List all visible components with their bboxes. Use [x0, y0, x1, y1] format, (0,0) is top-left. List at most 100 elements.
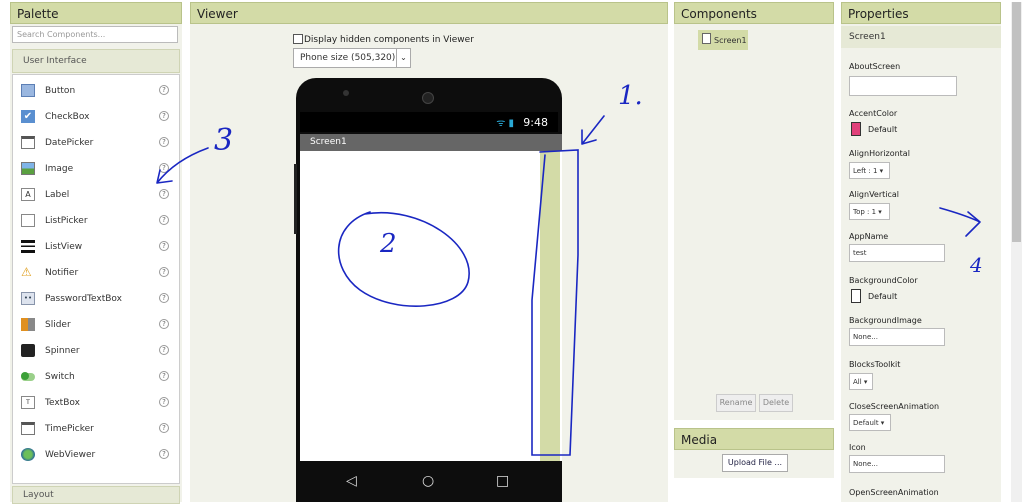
help-icon[interactable]: ?: [159, 423, 169, 433]
palette-item-button[interactable]: Button ?: [13, 81, 179, 101]
rename-button[interactable]: Rename: [716, 394, 756, 412]
switch-icon: [21, 372, 35, 381]
selected-component-name: Screen1: [841, 26, 1001, 48]
palette-item-datepicker[interactable]: DatePicker ?: [13, 133, 179, 153]
prop-alignh-select[interactable]: Left : 1 ▾: [849, 162, 890, 179]
help-icon[interactable]: ?: [159, 85, 169, 95]
palette-item-slider[interactable]: Slider ?: [13, 315, 179, 335]
accent-color-swatch[interactable]: [851, 122, 861, 136]
palette-item-timepicker[interactable]: TimePicker ?: [13, 419, 179, 439]
palette-item-label: Label: [45, 190, 70, 200]
prop-bgimage-picker[interactable]: None...: [849, 328, 945, 346]
palette-item-label: Switch: [45, 372, 75, 382]
help-icon[interactable]: ?: [159, 293, 169, 303]
prop-accent-label: AccentColor: [849, 109, 898, 118]
properties-panel: Properties Screen1 AboutScreen AccentCol…: [841, 2, 1001, 502]
prop-bgcolor-label: BackgroundColor: [849, 276, 918, 285]
palette-search-input[interactable]: Search Components...: [12, 26, 178, 43]
media-panel: Media Upload File ...: [674, 428, 834, 478]
screen-title-bar[interactable]: Screen1: [300, 134, 562, 151]
palette-item-listview[interactable]: ListView ?: [13, 237, 179, 257]
tree-item-screen1[interactable]: Screen1: [698, 30, 748, 50]
display-hidden-label: Display hidden components in Viewer: [304, 35, 474, 45]
phone-size-value: Phone size (505,320): [300, 53, 396, 63]
help-icon[interactable]: ?: [159, 111, 169, 121]
palette-item-notifier[interactable]: ⚠ Notifier ?: [13, 263, 179, 283]
help-icon[interactable]: ?: [159, 163, 169, 173]
back-icon: ◁: [346, 473, 357, 489]
palette-item-switch[interactable]: Switch ?: [13, 367, 179, 387]
help-icon[interactable]: ?: [159, 137, 169, 147]
prop-appname-label: AppName: [849, 232, 889, 241]
screen-canvas[interactable]: [300, 151, 562, 461]
help-icon[interactable]: ?: [159, 397, 169, 407]
prop-about-textarea[interactable]: [849, 76, 957, 96]
prop-appname-input[interactable]: test: [849, 244, 945, 262]
palette-item-label: Notifier: [45, 268, 79, 278]
phone-speaker: [343, 90, 349, 96]
prop-alignv-label: AlignVertical: [849, 190, 900, 199]
palette-item-passwordtextbox[interactable]: •• PasswordTextBox ?: [13, 289, 179, 309]
palette-item-label: ListView: [45, 242, 83, 252]
palette-item-listpicker[interactable]: ListPicker ?: [13, 211, 179, 231]
category-user-interface[interactable]: User Interface: [12, 49, 180, 73]
status-time: 9:48: [523, 116, 548, 129]
prop-accent-value[interactable]: Default: [868, 125, 897, 134]
palette-item-label: DatePicker: [45, 138, 94, 148]
phone-mockup: ᯤ ▮ 9:48 Screen1 ◁ ○ □: [294, 78, 562, 502]
palette-panel: Palette Search Components... User Interf…: [10, 2, 182, 504]
prop-icon-picker[interactable]: None...: [849, 455, 945, 473]
help-icon[interactable]: ?: [159, 267, 169, 277]
phone-size-select[interactable]: Phone size (505,320) ⌄: [293, 48, 411, 68]
palette-component-list: Button ? ✔ CheckBox ? DatePicker ? Image…: [12, 74, 180, 484]
palette-item-textbox[interactable]: T TextBox ?: [13, 393, 179, 413]
display-hidden-checkbox[interactable]: [293, 34, 303, 44]
phone-nav-bar: ◁ ○ □: [300, 463, 562, 502]
globe-icon: [21, 448, 35, 461]
delete-button[interactable]: Delete: [759, 394, 793, 412]
prop-openanim-label: OpenScreenAnimation: [849, 488, 939, 497]
palette-item-label: WebViewer: [45, 450, 96, 460]
scrollbar-thumb[interactable]: [1012, 2, 1021, 242]
palette-item-checkbox[interactable]: ✔ CheckBox ?: [13, 107, 179, 127]
listview-icon: [21, 240, 35, 253]
components-panel: Components Screen1 Rename Delete: [674, 2, 834, 420]
category-layout[interactable]: Layout: [12, 486, 180, 504]
help-icon[interactable]: ?: [159, 345, 169, 355]
image-icon: [21, 162, 35, 175]
prop-alignv-select[interactable]: Top : 1 ▾: [849, 203, 890, 220]
palette-item-webviewer[interactable]: WebViewer ?: [13, 445, 179, 465]
warning-icon: ⚠: [21, 265, 32, 279]
prop-about-label: AboutScreen: [849, 62, 901, 71]
viewer-header: Viewer: [190, 2, 668, 24]
chevron-down-icon: ⌄: [396, 49, 410, 67]
prop-blocks-select[interactable]: All ▾: [849, 373, 873, 390]
help-icon[interactable]: ?: [159, 215, 169, 225]
page-scrollbar[interactable]: [1011, 2, 1022, 502]
palette-item-label: Slider: [45, 320, 71, 330]
prop-icon-label: Icon: [849, 443, 866, 452]
screen-icon: [702, 33, 711, 44]
bgcolor-swatch[interactable]: [851, 289, 861, 303]
palette-item-image[interactable]: Image ?: [13, 159, 179, 179]
prop-bgimage-label: BackgroundImage: [849, 316, 922, 325]
phone-side-button: [294, 164, 297, 234]
prop-closeanim-label: CloseScreenAnimation: [849, 402, 940, 411]
palette-item-label: Button: [45, 86, 76, 96]
help-icon[interactable]: ?: [159, 449, 169, 459]
palette-item-spinner[interactable]: Spinner ?: [13, 341, 179, 361]
help-icon[interactable]: ?: [159, 241, 169, 251]
help-icon[interactable]: ?: [159, 319, 169, 329]
label-icon: A: [21, 188, 35, 201]
upload-file-button[interactable]: Upload File ...: [722, 454, 788, 472]
prop-closeanim-select[interactable]: Default ▾: [849, 414, 891, 431]
help-icon[interactable]: ?: [159, 371, 169, 381]
help-icon[interactable]: ?: [159, 189, 169, 199]
prop-bgcolor-value[interactable]: Default: [868, 292, 897, 301]
components-header: Components: [674, 2, 834, 24]
palette-item-label: Spinner: [45, 346, 80, 356]
palette-header: Palette: [10, 2, 182, 24]
palette-item-label[interactable]: A Label ?: [13, 185, 179, 205]
palette-item-label: TimePicker: [45, 424, 94, 434]
home-icon: ○: [422, 473, 435, 489]
